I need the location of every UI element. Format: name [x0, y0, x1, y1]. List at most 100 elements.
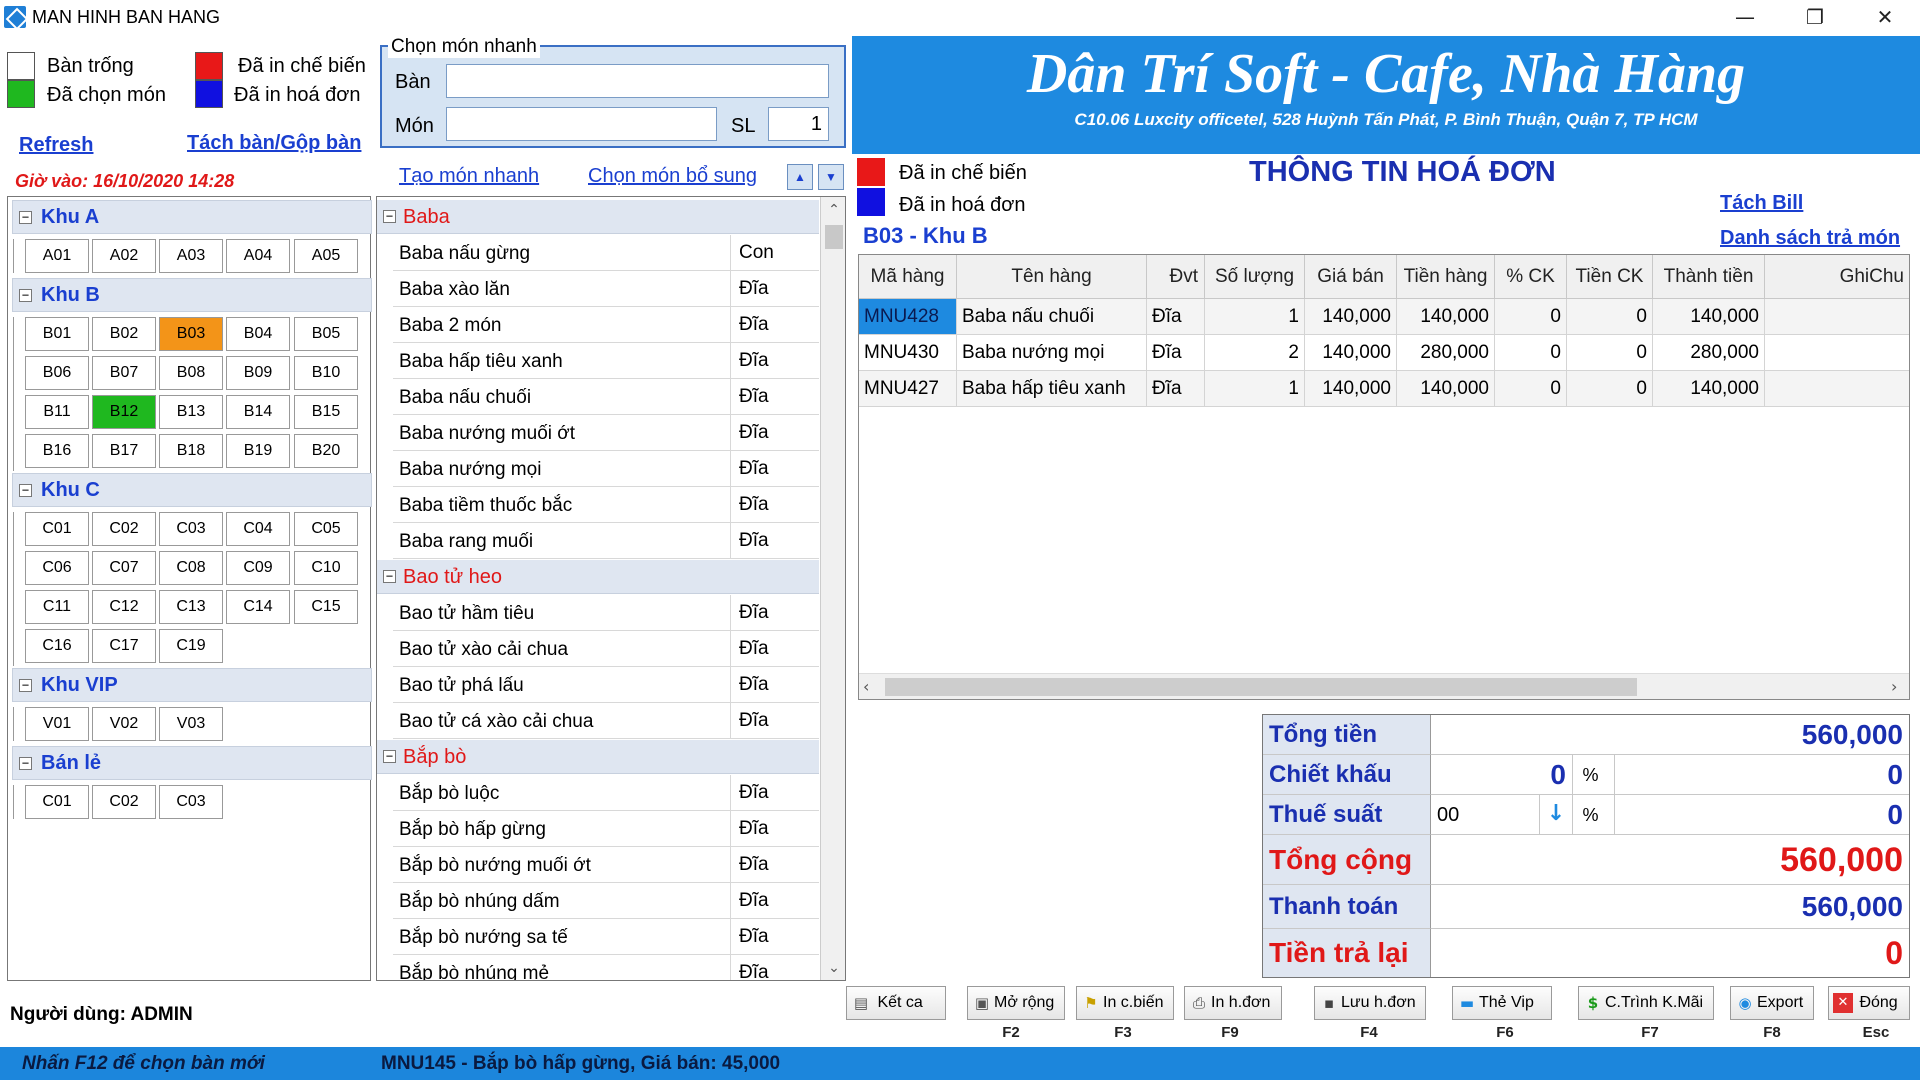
cell-note[interactable] — [1765, 371, 1909, 407]
table-a03[interactable]: A03 — [159, 239, 223, 273]
table-b17[interactable]: B17 — [92, 434, 156, 468]
table-b08[interactable]: B08 — [159, 356, 223, 390]
cell-total[interactable]: 140,000 — [1653, 299, 1765, 335]
scroll-right-icon[interactable]: › — [1891, 677, 1897, 696]
scroll-up-icon[interactable]: ⌃ — [821, 197, 845, 223]
menu-item[interactable]: Baba nấu chuối Đĩa — [393, 379, 819, 415]
cell-unit[interactable]: Đĩa — [1147, 371, 1205, 407]
cell-discount[interactable]: 0 — [1567, 371, 1653, 407]
cell-amount[interactable]: 280,000 — [1397, 335, 1495, 371]
collapse-icon[interactable]: − — [19, 211, 32, 224]
table-b05[interactable]: B05 — [294, 317, 358, 351]
cell-discount-pct[interactable]: 0 — [1495, 371, 1567, 407]
column-header[interactable]: Số lượng — [1205, 255, 1305, 299]
table-b09[interactable]: B09 — [226, 356, 290, 390]
table-c03[interactable]: C03 — [159, 512, 223, 546]
table-c19[interactable]: C19 — [159, 629, 223, 663]
table-a04[interactable]: A04 — [226, 239, 290, 273]
split-bill-link[interactable]: Tách Bill — [1720, 192, 1803, 215]
zone-header-khu-a[interactable]: − Khu A — [12, 200, 372, 234]
menu-item[interactable]: Bao tử xào cải chua Đĩa — [393, 631, 819, 667]
column-header[interactable]: GhiChu — [1765, 255, 1909, 299]
table-a01[interactable]: A01 — [25, 239, 89, 273]
table-a02[interactable]: A02 — [92, 239, 156, 273]
table-c07[interactable]: C07 — [92, 551, 156, 585]
cell-total[interactable]: 140,000 — [1653, 371, 1765, 407]
collapse-icon[interactable]: − — [383, 210, 396, 223]
table-b15[interactable]: B15 — [294, 395, 358, 429]
table-c11[interactable]: C11 — [25, 590, 89, 624]
zone-header-khu-b[interactable]: − Khu B — [12, 278, 372, 312]
item-input[interactable] — [446, 107, 717, 141]
tax-rate-select[interactable]: 00 — [1431, 795, 1539, 835]
menu-item[interactable]: Bắp bò nướng muối ớt Đĩa — [393, 847, 819, 883]
table-c08[interactable]: C08 — [159, 551, 223, 585]
cell-name[interactable]: Baba hấp tiêu xanh — [957, 371, 1147, 407]
table-b02[interactable]: B02 — [92, 317, 156, 351]
table-v02[interactable]: V02 — [92, 707, 156, 741]
scroll-down-icon[interactable]: ⌄ — [821, 955, 845, 980]
menu-item[interactable]: Bao tử cá xào cải chua Đĩa — [393, 703, 819, 739]
menu-item[interactable]: Baba nướng mọi Đĩa — [393, 451, 819, 487]
cell-code[interactable]: MNU428 — [859, 299, 957, 335]
collapse-icon[interactable]: − — [19, 757, 32, 770]
table-retail-c03[interactable]: C03 — [159, 785, 223, 819]
refresh-link[interactable]: Refresh — [19, 134, 93, 157]
table-c01[interactable]: C01 — [25, 512, 89, 546]
table-v01[interactable]: V01 — [25, 707, 89, 741]
collapse-icon[interactable]: − — [383, 570, 396, 583]
cell-discount-pct[interactable]: 0 — [1495, 335, 1567, 371]
column-header[interactable]: Thành tiền — [1653, 255, 1765, 299]
cell-price[interactable]: 140,000 — [1305, 371, 1397, 407]
cell-total[interactable]: 280,000 — [1653, 335, 1765, 371]
expand-button[interactable]: ▣ Mở rộng — [967, 986, 1065, 1020]
table-c09[interactable]: C09 — [226, 551, 290, 585]
export-button[interactable]: ◉ Export — [1730, 986, 1814, 1020]
column-header[interactable]: Mã hàng — [859, 255, 957, 299]
cell-discount[interactable]: 0 — [1567, 299, 1653, 335]
collapse-icon[interactable]: − — [383, 750, 396, 763]
menu-item[interactable]: Baba xào lăn Đĩa — [393, 271, 819, 307]
cell-unit[interactable]: Đĩa — [1147, 299, 1205, 335]
table-b03[interactable]: B03 — [159, 317, 223, 351]
menu-item[interactable]: Baba nấu gừng Con — [393, 235, 819, 271]
menu-item[interactable]: Bắp bò luộc Đĩa — [393, 775, 819, 811]
table-c05[interactable]: C05 — [294, 512, 358, 546]
cell-code[interactable]: MNU427 — [859, 371, 957, 407]
restore-button[interactable]: ❐ — [1780, 0, 1850, 34]
cell-qty[interactable]: 1 — [1205, 299, 1305, 335]
table-b20[interactable]: B20 — [294, 434, 358, 468]
menu-item[interactable]: Baba 2 món Đĩa — [393, 307, 819, 343]
zone-header-khu-vip[interactable]: − Khu VIP — [12, 668, 372, 702]
table-c10[interactable]: C10 — [294, 551, 358, 585]
menu-scrollbar[interactable]: ⌃ ⌄ — [820, 197, 845, 980]
cell-note[interactable] — [1765, 335, 1909, 371]
table-c16[interactable]: C16 — [25, 629, 89, 663]
save-invoice-button[interactable]: ▪ Lưu h.đơn — [1314, 986, 1426, 1020]
print-kitchen-button[interactable]: ⚑ In c.biến — [1076, 986, 1174, 1020]
table-c04[interactable]: C04 — [226, 512, 290, 546]
column-header[interactable]: Đvt — [1147, 255, 1205, 299]
cell-qty[interactable]: 1 — [1205, 371, 1305, 407]
menu-item[interactable]: Baba nướng muối ớt Đĩa — [393, 415, 819, 451]
tax-dropdown-arrow-icon[interactable]: ↓ — [1539, 795, 1573, 835]
table-b12[interactable]: B12 — [92, 395, 156, 429]
scroll-down-button[interactable]: ▼ — [818, 164, 844, 190]
close-form-button[interactable]: ✕ Đóng — [1828, 986, 1910, 1020]
table-input[interactable] — [446, 64, 829, 98]
cell-price[interactable]: 140,000 — [1305, 335, 1397, 371]
table-retail-c01[interactable]: C01 — [25, 785, 89, 819]
collapse-icon[interactable]: − — [19, 289, 32, 302]
payment-value[interactable]: 560,000 — [1431, 885, 1909, 929]
column-header[interactable]: Tiền CK — [1567, 255, 1653, 299]
table-b18[interactable]: B18 — [159, 434, 223, 468]
table-c15[interactable]: C15 — [294, 590, 358, 624]
table-b07[interactable]: B07 — [92, 356, 156, 390]
table-b06[interactable]: B06 — [25, 356, 89, 390]
collapse-icon[interactable]: − — [19, 679, 32, 692]
menu-item[interactable]: Bao tử phá lấu Đĩa — [393, 667, 819, 703]
menu-item[interactable]: Bắp bò nướng sa tế Đĩa — [393, 919, 819, 955]
table-c02[interactable]: C02 — [92, 512, 156, 546]
column-header[interactable]: Tiền hàng — [1397, 255, 1495, 299]
zone-header-khu-c[interactable]: − Khu C — [12, 473, 372, 507]
